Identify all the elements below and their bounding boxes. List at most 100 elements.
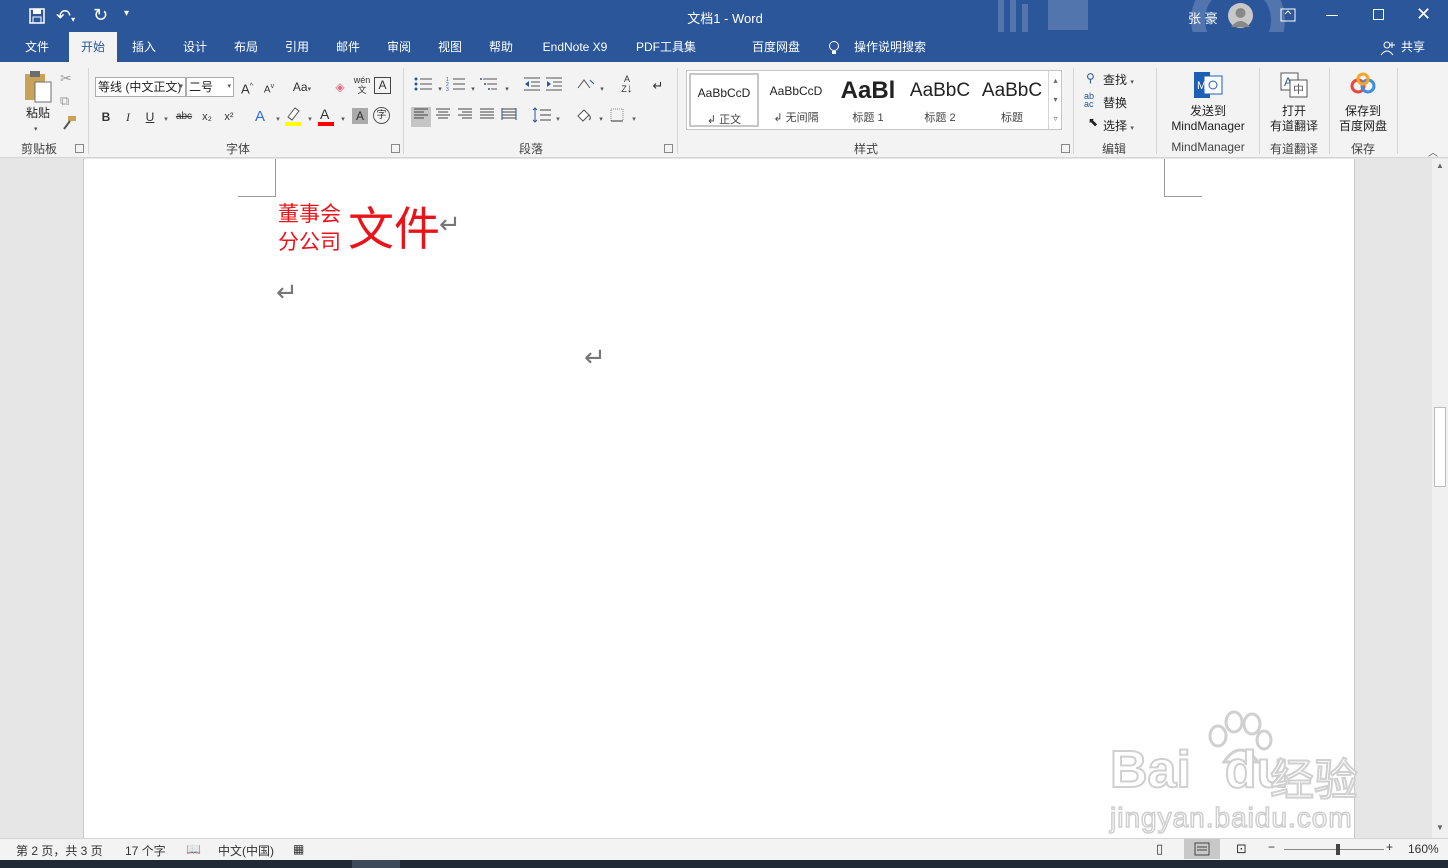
font-size-combo[interactable]: 二号 ▾ [186, 77, 234, 97]
tab-baidu-pan[interactable]: 百度网盘 [744, 32, 808, 62]
tab-references[interactable]: 引用 [275, 32, 319, 62]
subscript-button[interactable]: x₂ [197, 107, 217, 127]
style-heading-2[interactable]: AaBbC 标题 2 [905, 73, 975, 127]
vertical-scrollbar[interactable]: ▲ ▼ [1432, 159, 1448, 838]
select-button[interactable]: 选择 ▾ [1103, 117, 1134, 134]
change-case-icon[interactable]: Aa▾ [287, 77, 317, 97]
tab-pdf-tools[interactable]: PDF工具集 [628, 32, 704, 62]
copy-icon[interactable]: ⧉ [60, 93, 69, 109]
tab-mailings[interactable]: 邮件 [326, 32, 370, 62]
show-marks-icon[interactable]: ↵ [648, 76, 668, 96]
replace-icon[interactable]: ab ac [1084, 92, 1094, 109]
style-heading-1[interactable]: AaBl 标题 1 [833, 73, 903, 127]
tab-help[interactable]: 帮助 [479, 32, 523, 62]
borders-dropdown-icon[interactable]: ▾ [624, 107, 644, 127]
share-icon[interactable] [1380, 40, 1396, 56]
tab-layout[interactable]: 布局 [224, 32, 268, 62]
phonetic-guide-icon[interactable]: wén 文 [352, 75, 372, 95]
print-layout-icon[interactable] [1184, 839, 1220, 859]
open-youdao-button[interactable]: 打开 有道翻译 [1262, 104, 1326, 134]
tab-design[interactable]: 设计 [173, 32, 217, 62]
avatar[interactable] [1228, 3, 1253, 28]
multilevel-dropdown-icon[interactable]: ▾ [497, 77, 517, 97]
align-right-icon[interactable] [455, 107, 475, 127]
scroll-up-icon[interactable]: ▲ [1436, 161, 1444, 170]
macro-icon[interactable]: ▦ [293, 842, 304, 856]
bold-button[interactable]: B [96, 107, 116, 127]
distribute-icon[interactable] [499, 107, 519, 127]
scroll-thumb[interactable] [1434, 407, 1446, 487]
tell-me-search[interactable]: 操作说明搜索 [848, 32, 932, 62]
user-name[interactable]: 张 豪 [1188, 8, 1218, 27]
line-spacing-dropdown-icon[interactable]: ▾ [548, 107, 568, 127]
font-color-dropdown-icon[interactable]: ▾ [333, 107, 353, 127]
select-icon[interactable]: ⬉ [1088, 115, 1098, 129]
scroll-down-icon[interactable]: ▼ [1436, 823, 1444, 832]
zoom-out-icon[interactable]: − [1268, 840, 1275, 854]
superscript-button[interactable]: x² [219, 107, 239, 127]
style-normal[interactable]: AaBbCcD ↲ 正文 [689, 73, 759, 127]
customize-qat-icon[interactable]: ▾ [124, 8, 136, 24]
combined-characters[interactable]: 董事会 分公司 [278, 201, 350, 257]
styles-launcher-icon[interactable] [1061, 144, 1070, 153]
align-center-icon[interactable] [433, 107, 453, 127]
enclose-characters-icon[interactable]: 字 [373, 107, 390, 124]
paste-label[interactable]: 粘贴 [22, 104, 54, 121]
close-icon[interactable]: ✕ [1416, 4, 1431, 25]
style-no-spacing[interactable]: AaBbCcD ↲ 无间隔 [761, 73, 831, 127]
shrink-font-icon[interactable]: Av [259, 77, 279, 97]
cut-icon[interactable]: ✂ [60, 70, 72, 87]
baidu-pan-icon[interactable] [1348, 72, 1378, 98]
justify-icon[interactable] [477, 107, 497, 127]
send-to-mindmanager-button[interactable]: 发送到 MindManager [1160, 104, 1256, 134]
zoom-slider[interactable] [1284, 849, 1384, 850]
share-button[interactable]: 共享 [1396, 32, 1430, 62]
proofing-icon[interactable]: 📖 [186, 842, 201, 856]
clear-formatting-icon[interactable]: ◈ [330, 77, 350, 97]
align-left-icon[interactable] [411, 107, 431, 127]
tab-view[interactable]: 视图 [428, 32, 472, 62]
text-effects-icon[interactable]: A [250, 107, 270, 127]
mindmanager-icon[interactable]: M [1192, 70, 1224, 100]
zoom-in-icon[interactable]: + [1386, 840, 1393, 854]
paragraph-launcher-icon[interactable] [664, 144, 673, 153]
redo-icon[interactable]: ↻ [93, 5, 111, 25]
save-icon[interactable] [28, 7, 46, 25]
read-mode-icon[interactable]: ▯ [1156, 841, 1163, 857]
replace-button[interactable]: 替换 [1103, 94, 1127, 111]
tab-file[interactable]: 文件 [14, 32, 60, 62]
character-shading-icon[interactable]: A [352, 108, 368, 124]
zoom-level[interactable]: 160% [1408, 842, 1439, 856]
tab-endnote[interactable]: EndNote X9 [532, 32, 618, 62]
page-count[interactable]: 第 2 页，共 3 页 [16, 842, 103, 859]
save-to-baidu-button[interactable]: 保存到 百度网盘 [1332, 104, 1394, 134]
format-painter-icon[interactable] [60, 114, 78, 132]
tab-review[interactable]: 审阅 [377, 32, 421, 62]
restore-icon[interactable] [1373, 9, 1384, 20]
language-status[interactable]: 中文(中国) [218, 842, 274, 859]
find-icon[interactable]: ⚲ [1086, 71, 1095, 85]
italic-button[interactable]: I [118, 107, 138, 127]
paste-icon[interactable] [22, 70, 54, 104]
word-count[interactable]: 17 个字 [125, 842, 166, 859]
underline-dropdown-icon[interactable]: ▾ [156, 107, 176, 127]
taskbar-app[interactable] [352, 860, 400, 868]
ribbon-display-icon[interactable] [1280, 7, 1296, 23]
web-layout-icon[interactable]: ⊡ [1236, 841, 1247, 857]
tab-home[interactable]: 开始 [69, 32, 117, 62]
decrease-indent-icon[interactable] [522, 76, 542, 96]
zoom-slider-thumb[interactable] [1336, 844, 1340, 855]
font-launcher-icon[interactable] [391, 144, 400, 153]
collapse-ribbon-icon[interactable]: ︿ [1428, 144, 1438, 159]
sort-icon[interactable]: A Z↓ [617, 75, 637, 95]
paste-dropdown-icon[interactable]: ▾ [34, 120, 38, 134]
style-title[interactable]: AaBbC 标题 [977, 73, 1047, 127]
clipboard-launcher-icon[interactable] [75, 144, 84, 153]
font-name-combo[interactable]: 等线 (中文正文) ▾ [95, 77, 186, 97]
undo-icon[interactable]: ↶▾ [56, 6, 86, 26]
minimize-icon[interactable] [1326, 15, 1338, 16]
strikethrough-button[interactable]: abc [174, 107, 194, 127]
increase-indent-icon[interactable] [544, 76, 564, 96]
tab-insert[interactable]: 插入 [122, 32, 166, 62]
youdao-translate-icon[interactable]: A中 [1279, 71, 1309, 99]
